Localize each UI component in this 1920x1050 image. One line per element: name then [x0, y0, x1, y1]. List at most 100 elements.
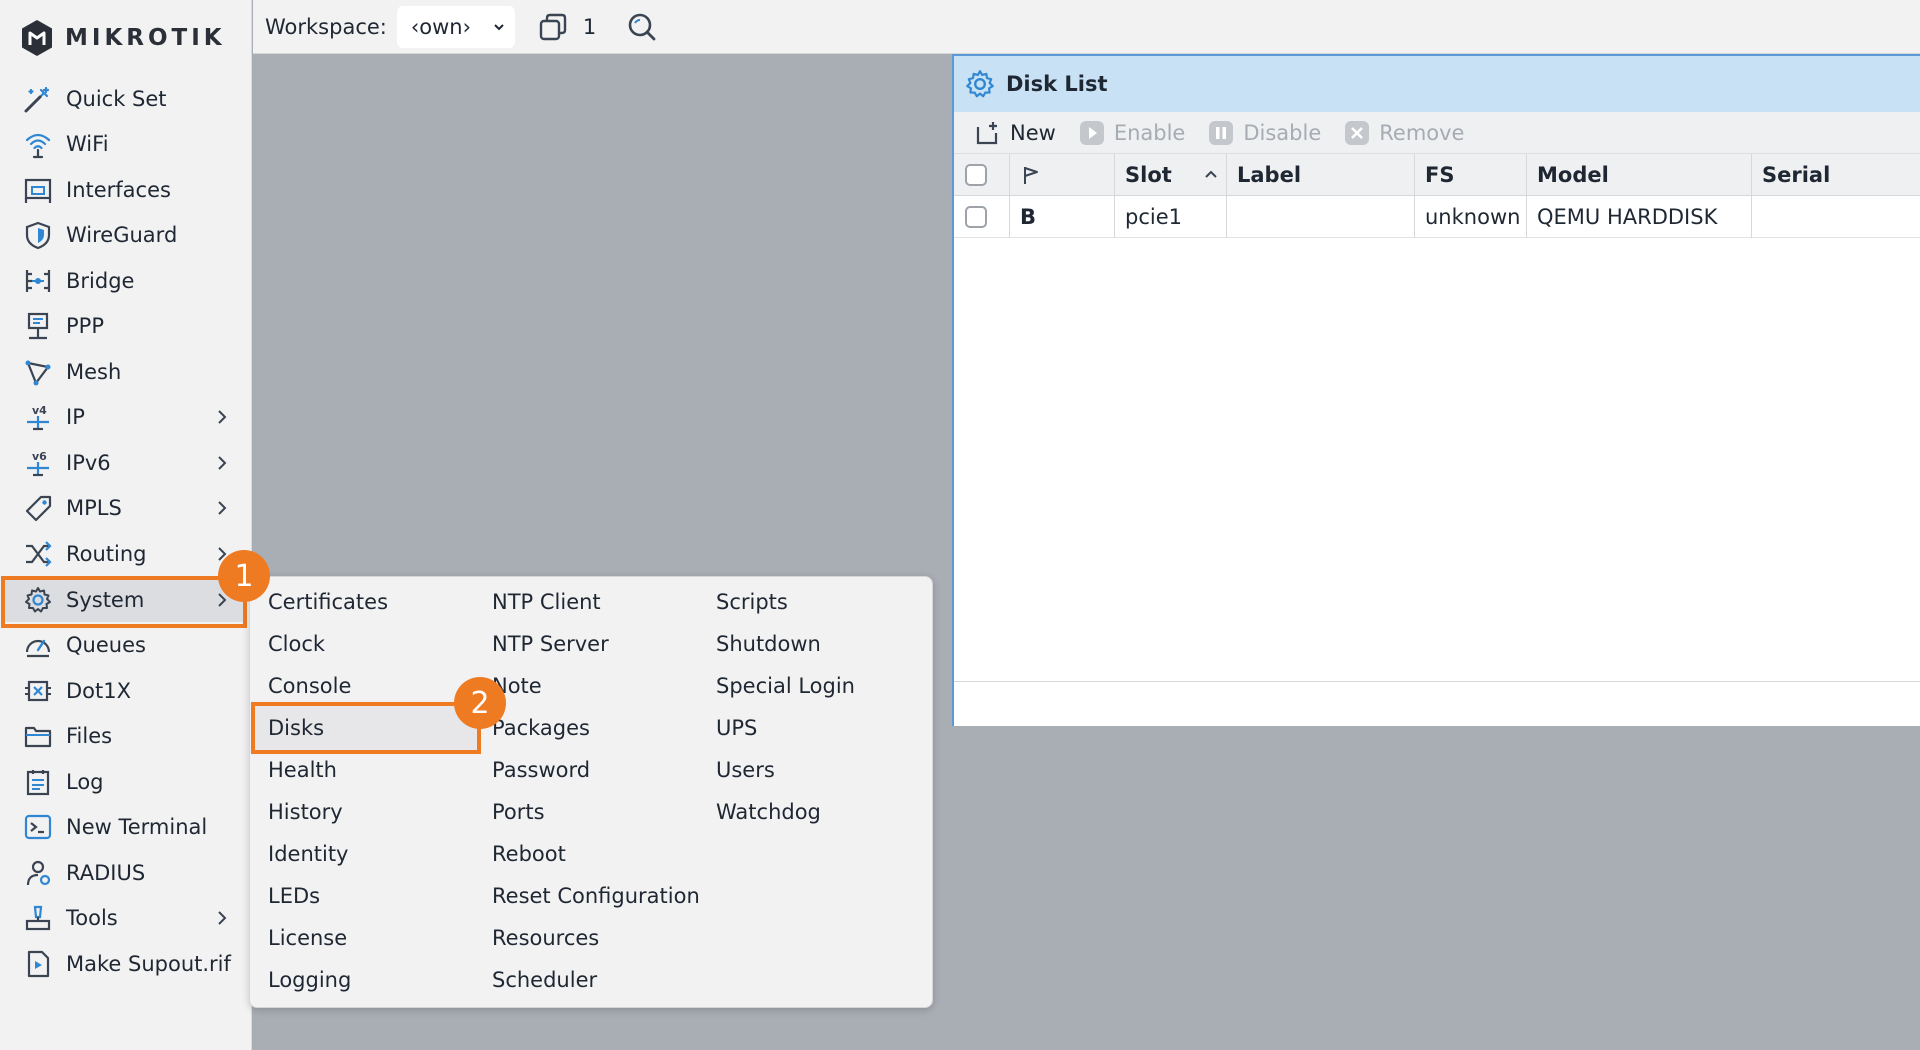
- menu-item-scripts[interactable]: Scripts: [700, 583, 788, 621]
- column-header-label-col[interactable]: Label: [1227, 154, 1415, 196]
- flag-column-header[interactable]: [1010, 154, 1115, 196]
- mikrotik-logo[interactable]: mikrotik: [19, 18, 226, 58]
- menu-item-logging[interactable]: Logging: [252, 961, 351, 999]
- tools-icon: [22, 902, 54, 934]
- table-header-row: Slot Label FS Model Serial: [954, 154, 1920, 196]
- menu-item-license[interactable]: License: [252, 919, 347, 957]
- gear-icon: [966, 70, 994, 98]
- disable-button[interactable]: Disable: [1207, 119, 1321, 147]
- log-icon: [22, 766, 54, 798]
- menu-item-reboot[interactable]: Reboot: [476, 835, 566, 873]
- sidebar-item-label: Dot1X: [66, 679, 131, 703]
- menu-item-scheduler[interactable]: Scheduler: [476, 961, 597, 999]
- sidebar-item-queues[interactable]: Queues: [4, 623, 244, 667]
- menu-item-watchdog[interactable]: Watchdog: [700, 793, 821, 831]
- table-row[interactable]: B pcie1 unknown QEMU HARDDISK: [954, 196, 1920, 238]
- ipv4-icon: v4: [22, 401, 54, 433]
- sidebar-item-system[interactable]: System: [4, 578, 244, 622]
- sidebar-item-dot1x[interactable]: Dot1X: [4, 669, 244, 713]
- menu-item-password[interactable]: Password: [476, 751, 590, 789]
- top-bar: Workspace: ‹own› 1: [253, 0, 1920, 54]
- disk-list-window: Disk List New Enable Disable Remove Slot…: [952, 54, 1920, 726]
- remove-button[interactable]: Remove: [1343, 119, 1464, 147]
- gauge-icon: [22, 629, 54, 661]
- column-header-fs[interactable]: FS: [1415, 154, 1527, 196]
- column-header-label: Serial: [1762, 163, 1831, 187]
- sidebar-item-wireguard[interactable]: WireGuard: [4, 213, 244, 257]
- menu-item-reset-configuration[interactable]: Reset Configuration: [476, 877, 700, 915]
- gear-icon: [22, 584, 54, 616]
- play-icon: [1079, 120, 1104, 145]
- sidebar-item-radius[interactable]: RADIUS: [4, 851, 244, 895]
- interfaces-icon: [22, 174, 54, 206]
- menu-item-disks[interactable]: Disks: [252, 709, 324, 747]
- svg-text:v4: v4: [32, 404, 47, 417]
- sidebar-item-tools[interactable]: Tools: [4, 896, 244, 940]
- menu-item-leds[interactable]: LEDs: [252, 877, 320, 915]
- search-icon[interactable]: [626, 11, 658, 43]
- sidebar-item-log[interactable]: Log: [4, 760, 244, 804]
- sidebar-item-new-terminal[interactable]: New Terminal: [4, 805, 244, 849]
- sidebar-item-ip[interactable]: v4 IP: [4, 395, 244, 439]
- sidebar-item-label: Tools: [66, 906, 118, 930]
- mesh-icon: [22, 356, 54, 388]
- sidebar-item-ppp[interactable]: PPP: [4, 304, 244, 348]
- row-flag: B: [1010, 196, 1115, 238]
- mikrotik-logo-icon: [22, 20, 52, 56]
- sidebar-item-interfaces[interactable]: Interfaces: [4, 168, 244, 212]
- wifi-icon: [22, 128, 54, 160]
- new-button[interactable]: New: [974, 119, 1056, 147]
- row-checkbox[interactable]: [965, 206, 987, 228]
- ppp-icon: [22, 310, 54, 342]
- sidebar-item-make-supout[interactable]: Make Supout.rif: [4, 942, 244, 986]
- column-header-slot[interactable]: Slot: [1115, 154, 1227, 196]
- sidebar-item-wifi[interactable]: WiFi: [4, 122, 244, 166]
- menu-item-ntp-client[interactable]: NTP Client: [476, 583, 601, 621]
- menu-item-resources[interactable]: Resources: [476, 919, 599, 957]
- window-title: Disk List: [1006, 72, 1108, 96]
- sidebar-item-label: Interfaces: [66, 178, 171, 202]
- select-all-checkbox[interactable]: [965, 164, 987, 186]
- sidebar-item-mpls[interactable]: MPLS: [4, 486, 244, 530]
- menu-item-users[interactable]: Users: [700, 751, 775, 789]
- menu-item-history[interactable]: History: [252, 793, 343, 831]
- ipv6-icon: v6: [22, 447, 54, 479]
- sidebar-item-bridge[interactable]: Bridge: [4, 259, 244, 303]
- cell-label: [1227, 196, 1415, 238]
- enable-button[interactable]: Enable: [1078, 119, 1186, 147]
- sidebar-item-label: Files: [66, 724, 113, 748]
- column-header-serial[interactable]: Serial: [1752, 154, 1920, 196]
- sidebar-item-routing[interactable]: Routing: [4, 532, 244, 576]
- sidebar-item-files[interactable]: Files: [4, 714, 244, 758]
- menu-item-identity[interactable]: Identity: [252, 835, 348, 873]
- sidebar-item-label: WiFi: [66, 132, 109, 156]
- menu-item-certificates[interactable]: Certificates: [252, 583, 388, 621]
- column-header-model[interactable]: Model: [1527, 154, 1752, 196]
- menu-item-ports[interactable]: Ports: [476, 793, 545, 831]
- sidebar-item-quick-set[interactable]: Quick Set: [4, 77, 244, 121]
- window-title-bar[interactable]: Disk List: [954, 56, 1920, 112]
- new-label: New: [1010, 120, 1056, 145]
- menu-item-console[interactable]: Console: [252, 667, 351, 705]
- menu-item-special-login[interactable]: Special Login: [700, 667, 855, 705]
- sidebar-item-ipv6[interactable]: v6 IPv6: [4, 441, 244, 485]
- wireguard-shield-icon: [22, 219, 54, 251]
- row-select-cell: [954, 196, 1010, 238]
- sidebar-item-label: IPv6: [66, 451, 111, 475]
- workspace-select[interactable]: ‹own›: [396, 5, 515, 48]
- sidebar-item-label: Bridge: [66, 269, 135, 293]
- workspace-label: Workspace:: [265, 14, 387, 39]
- menu-item-shutdown[interactable]: Shutdown: [700, 625, 821, 663]
- menu-item-ups[interactable]: UPS: [700, 709, 757, 747]
- sidebar-item-mesh[interactable]: Mesh: [4, 350, 244, 394]
- flag-icon: [1024, 167, 1038, 184]
- column-header-label: Model: [1537, 163, 1609, 187]
- menu-item-clock[interactable]: Clock: [252, 625, 325, 663]
- disable-label: Disable: [1243, 120, 1322, 145]
- supout-icon: [22, 948, 54, 980]
- enable-label: Enable: [1113, 120, 1186, 145]
- windows-button[interactable]: 1: [537, 11, 596, 43]
- sidebar-item-label: WireGuard: [66, 223, 178, 247]
- menu-item-health[interactable]: Health: [252, 751, 337, 789]
- menu-item-ntp-server[interactable]: NTP Server: [476, 625, 609, 663]
